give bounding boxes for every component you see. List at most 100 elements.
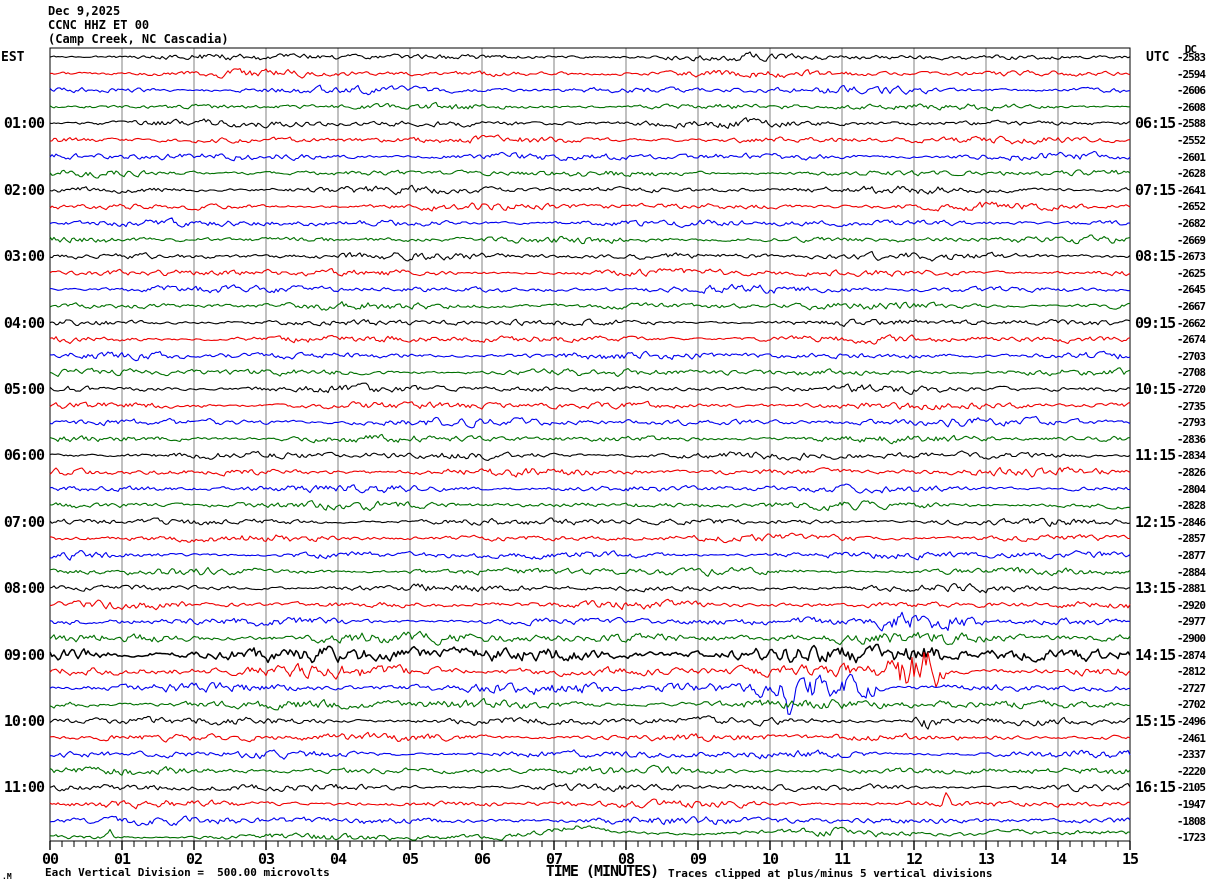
utc-hour-label: 08:15 xyxy=(1135,247,1176,266)
dc-value: -2884 xyxy=(1176,565,1206,579)
dc-value: -1947 xyxy=(1176,798,1206,811)
minute-label: 04 xyxy=(329,850,347,868)
seismogram-plot xyxy=(49,47,1131,850)
seismogram-trace xyxy=(49,815,1131,827)
dc-value: -2727 xyxy=(1176,681,1206,695)
minute-label: 05 xyxy=(401,850,419,868)
dc-value: -2337 xyxy=(1176,748,1206,762)
dc-value: -2641 xyxy=(1176,183,1206,197)
est-hour-label: 04:00 xyxy=(3,313,45,332)
dc-value: -2594 xyxy=(1176,67,1206,81)
minute-label: 12 xyxy=(905,850,923,868)
seismogram-trace xyxy=(49,532,1130,544)
seismogram-trace xyxy=(49,566,1131,577)
est-hour-label: 07:00 xyxy=(3,512,45,531)
seismogram-trace xyxy=(49,318,1131,328)
dc-value: -2846 xyxy=(1176,515,1206,529)
station-location: (Camp Creek, NC Cascadia) xyxy=(48,32,229,46)
est-hour-label: 02:00 xyxy=(3,180,45,199)
station-code: CCNC HHZ ET 00 xyxy=(48,18,150,32)
minute-label: 09 xyxy=(689,850,707,868)
est-hour-label: 08:00 xyxy=(3,579,45,598)
dc-value: -2836 xyxy=(1176,432,1206,446)
seismogram-trace xyxy=(49,697,1131,711)
seismogram-trace xyxy=(49,517,1131,527)
dc-value: -2703 xyxy=(1176,349,1206,363)
utc-hour-label: 15:15 xyxy=(1135,712,1176,730)
dc-value: -2652 xyxy=(1176,200,1206,214)
utc-hour-label: 11:15 xyxy=(1135,446,1176,465)
dc-value: -2625 xyxy=(1176,266,1206,280)
est-hour-label: 09:00 xyxy=(3,645,45,664)
minute-label: 11 xyxy=(833,850,851,868)
seismogram-trace xyxy=(49,582,1131,594)
seismogram-trace xyxy=(49,764,1131,776)
seismogram-trace xyxy=(49,500,1131,512)
est-hour-label: 10:00 xyxy=(3,712,45,730)
dc-value: -2220 xyxy=(1176,764,1206,778)
dc-value: -2900 xyxy=(1176,632,1206,645)
seismogram-trace xyxy=(49,415,1131,429)
minute-label: 15 xyxy=(1121,850,1139,868)
seismogram-trace xyxy=(49,350,1131,362)
seismogram-trace xyxy=(49,652,1131,688)
est-hour-label: 11:00 xyxy=(3,778,45,797)
dc-value: -2588 xyxy=(1176,117,1206,131)
dc-value: -2826 xyxy=(1176,466,1206,479)
dc-value: -2673 xyxy=(1176,250,1206,264)
dc-value: -2793 xyxy=(1176,416,1206,430)
dc-value: -2920 xyxy=(1176,598,1206,612)
seismogram-trace xyxy=(49,673,1131,715)
seismogram-trace xyxy=(49,782,1131,793)
dc-value: -2674 xyxy=(1176,333,1206,347)
dc-value: -2682 xyxy=(1176,217,1206,230)
utc-hour-label: 06:15 xyxy=(1135,114,1176,133)
dc-value: -1723 xyxy=(1176,831,1206,845)
seismogram-trace xyxy=(49,715,1131,730)
dc-value: -1808 xyxy=(1176,814,1206,828)
seismogram-trace xyxy=(49,101,1130,112)
seismogram-trace xyxy=(49,643,1131,664)
dc-value: -2708 xyxy=(1176,366,1206,380)
seismogram-trace xyxy=(49,201,1131,212)
est-hour-label: 05:00 xyxy=(3,380,45,398)
utc-hour-label: 12:15 xyxy=(1135,512,1176,531)
dc-value: -2608 xyxy=(1176,100,1206,114)
clip-note: Traces clipped at plus/minus 5 vertical … xyxy=(668,867,993,880)
dc-value: -2720 xyxy=(1176,383,1206,396)
utc-hour-label: 14:15 xyxy=(1135,645,1176,664)
seismogram-trace xyxy=(49,150,1131,162)
dc-value: -2601 xyxy=(1176,150,1206,164)
dc-value: -2645 xyxy=(1176,283,1206,297)
dc-value: -2669 xyxy=(1176,233,1206,247)
seismogram-trace xyxy=(49,483,1131,494)
seismogram-trace xyxy=(49,598,1131,611)
dc-value: -2812 xyxy=(1176,665,1206,679)
minute-label: 10 xyxy=(761,850,779,868)
seismogram-trace xyxy=(49,334,1131,345)
utc-hour-label: 09:15 xyxy=(1135,313,1176,332)
dc-value: -2496 xyxy=(1176,715,1206,728)
utc-hour-label: 10:15 xyxy=(1135,380,1176,398)
seismogram-trace xyxy=(49,749,1131,760)
helicorder-screen: Dec 9,2025 CCNC HHZ ET 00 (Camp Creek, N… xyxy=(0,0,1210,886)
dc-value: -2834 xyxy=(1176,449,1206,463)
seismogram-trace xyxy=(49,450,1131,462)
seismogram-trace xyxy=(49,84,1131,96)
dc-value: -2552 xyxy=(1176,134,1206,147)
dc-value: -2662 xyxy=(1176,316,1206,330)
seismogram-trace xyxy=(49,184,1131,196)
seismogram-trace xyxy=(49,283,1131,294)
seismogram-trace xyxy=(49,550,1131,561)
est-hour-label: 03:00 xyxy=(3,247,45,266)
utc-hour-label: 16:15 xyxy=(1135,778,1176,797)
seismogram-trace xyxy=(49,234,1131,245)
seismogram-trace xyxy=(49,301,1131,311)
dc-value: -2461 xyxy=(1176,731,1206,745)
seismogram-trace xyxy=(49,250,1131,262)
right-axis-header-utc: UTC xyxy=(1146,50,1170,65)
plot-border xyxy=(49,47,1131,842)
x-axis-title: TIME (MINUTES) xyxy=(545,862,659,880)
dc-value: -2105 xyxy=(1176,781,1206,795)
dc-value: -2804 xyxy=(1176,482,1206,496)
